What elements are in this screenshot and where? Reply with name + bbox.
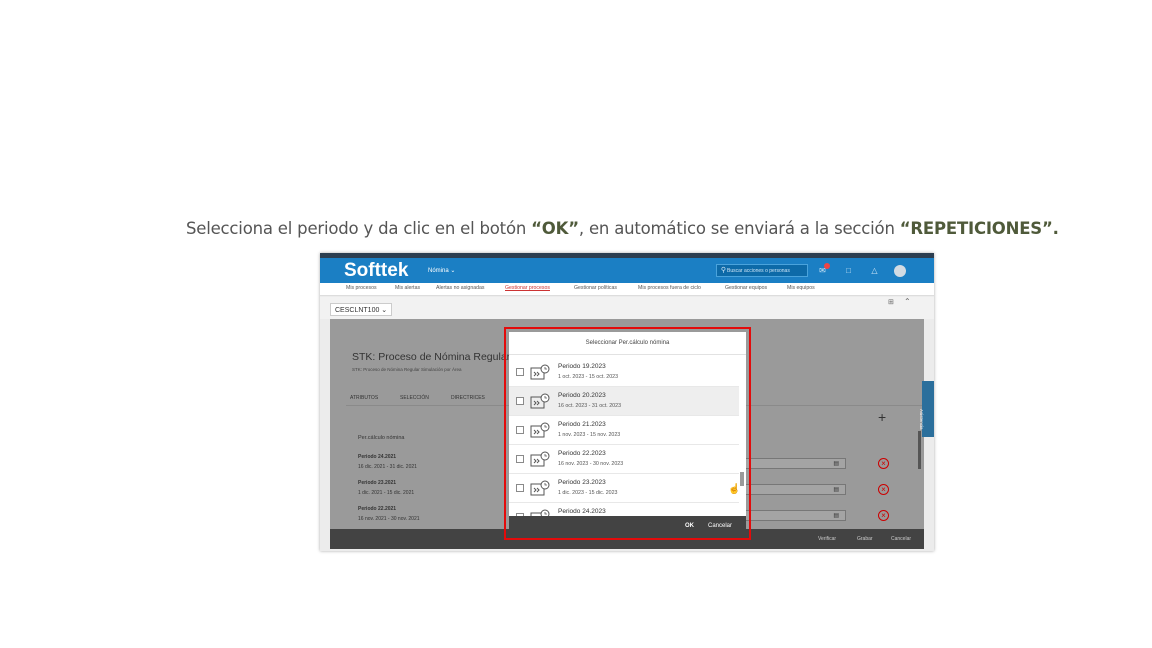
scrollbar[interactable] xyxy=(918,431,921,469)
row-period-dates: 16 dic. 2021 - 31 dic. 2021 xyxy=(358,464,417,470)
process-subtitle: STK: Proceso de Nómina Regular Simulació… xyxy=(352,367,462,372)
chevron-up-icon[interactable]: ⌃ xyxy=(904,297,911,306)
cancel-button[interactable]: Cancelar xyxy=(891,536,911,542)
row-period-dates: 16 nov. 2021 - 30 nov. 2021 xyxy=(358,516,420,522)
tab-seleccion[interactable]: SELECCIÓN xyxy=(400,395,429,401)
avatar[interactable] xyxy=(894,265,906,277)
remove-circle-icon[interactable]: × xyxy=(878,510,889,521)
row-period-name: Periodo 24.2021 xyxy=(358,454,397,460)
module-selector[interactable]: Nómina ⌄ xyxy=(428,267,455,274)
app-header: Softtek Nómina ⌄ Buscar acciones o perso… xyxy=(320,258,934,283)
calendar-icon[interactable]: ▤ xyxy=(833,512,839,519)
date-field[interactable]: ▤ xyxy=(742,510,846,521)
row-period-name: Periodo 22.2021 xyxy=(358,506,397,512)
app-screenshot: Softtek Nómina ⌄ Buscar acciones o perso… xyxy=(320,253,934,551)
messages-icon[interactable]: □ xyxy=(844,266,853,275)
sub-toolbar: CESCLNT100 ⌄ ⊞ ⌃ xyxy=(320,297,934,319)
process-title: STK: Proceso de Nómina Regular c xyxy=(352,351,519,363)
nav-gestionar-equipos[interactable]: Gestionar equipos xyxy=(725,285,767,291)
nav-alertas-no-asignadas[interactable]: Alertas no asignadas xyxy=(436,285,484,291)
remove-circle-icon[interactable]: × xyxy=(878,458,889,469)
caption-ok: “OK” xyxy=(531,219,579,238)
highlight-frame xyxy=(504,327,751,540)
date-field[interactable]: ▤ xyxy=(742,458,846,469)
softtek-logo: Softtek xyxy=(344,260,409,281)
nav-mis-equipos[interactable]: Mis equipos xyxy=(787,285,815,291)
expand-icon[interactable]: ⊞ xyxy=(888,298,894,306)
tab-atributos[interactable]: ATRIBUTOS xyxy=(350,395,378,401)
caption-text-2: , en automático se enviará a la sección xyxy=(578,219,900,238)
search-input[interactable]: Buscar acciones o personas xyxy=(716,264,808,277)
calendar-icon[interactable]: ▤ xyxy=(833,460,839,467)
main-nav: Mis procesos Mis alertas Alertas no asig… xyxy=(320,283,934,296)
tenant-selector[interactable]: CESCLNT100 ⌄ xyxy=(330,303,392,316)
notification-badge xyxy=(824,263,830,269)
side-tab-label: Asistencia xyxy=(919,409,924,430)
column-header: Per.cálculo nómina xyxy=(358,435,405,441)
save-button[interactable]: Grabar xyxy=(857,536,873,542)
date-field[interactable]: ▤ xyxy=(742,484,846,495)
caption-section: “REPETICIONES”. xyxy=(899,219,1059,238)
caption-text-1: Selecciona el periodo y da clic en el bo… xyxy=(186,219,532,238)
nav-mis-alertas[interactable]: Mis alertas xyxy=(395,285,420,291)
tab-directrices[interactable]: DIRECTRICES xyxy=(451,395,485,401)
side-tab-asistencia[interactable]: Asistencia xyxy=(919,381,934,437)
row-period-name: Periodo 23.2021 xyxy=(358,480,397,486)
nav-gestionar-politicas[interactable]: Gestionar políticas xyxy=(574,285,617,291)
verify-button[interactable]: Verificar xyxy=(818,536,836,542)
bell-icon[interactable]: △ xyxy=(870,266,879,275)
calendar-icon[interactable]: ▤ xyxy=(833,486,839,493)
nav-gestionar-procesos[interactable]: Gestionar procesos xyxy=(505,285,550,291)
search-icon[interactable]: ⚲ xyxy=(719,266,728,275)
nav-mis-procesos[interactable]: Mis procesos xyxy=(346,285,377,291)
row-period-dates: 1 dic. 2021 - 15 dic. 2021 xyxy=(358,490,415,496)
instruction-caption: Selecciona el periodo y da clic en el bo… xyxy=(186,219,1146,238)
nav-procesos-fuera-ciclo[interactable]: Mis procesos fuera de ciclo xyxy=(638,285,701,291)
remove-circle-icon[interactable]: × xyxy=(878,484,889,495)
plus-icon[interactable]: + xyxy=(878,409,886,425)
